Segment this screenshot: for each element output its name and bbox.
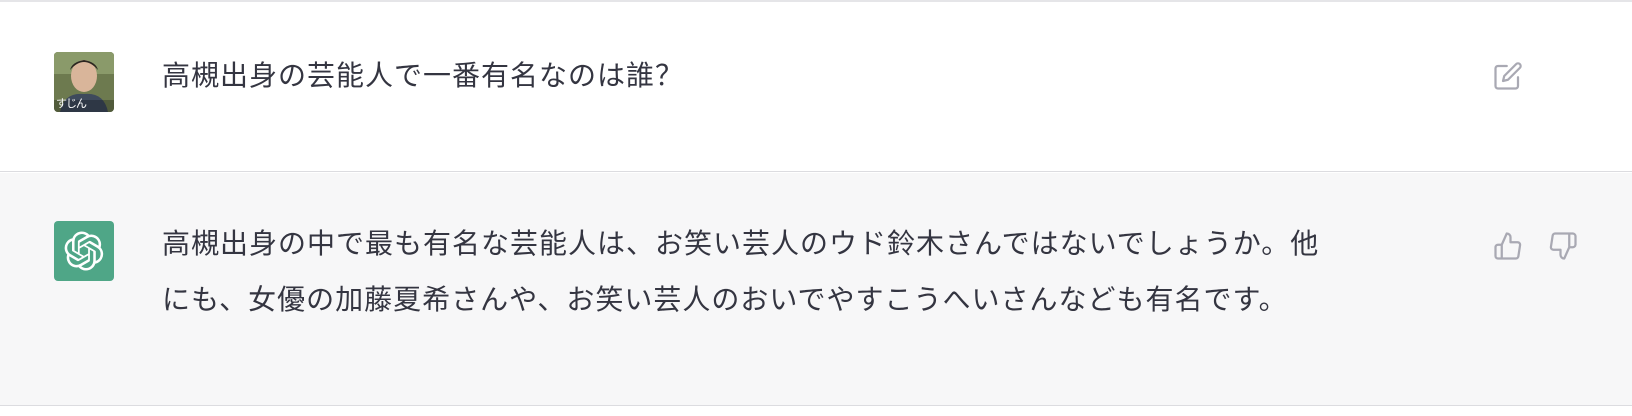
- openai-logo-icon: [64, 231, 104, 271]
- edit-button[interactable]: [1491, 59, 1525, 93]
- thumbs-up-button[interactable]: [1491, 229, 1525, 263]
- thumbs-up-icon: [1494, 232, 1522, 260]
- user-avatar: すじん: [54, 52, 114, 112]
- assistant-message-text: 高槻出身の中で最も有名な芸能人は、お笑い芸人のウド鈴木さんではないでしょうか。他…: [162, 216, 1447, 328]
- assistant-avatar: [54, 221, 114, 281]
- avatar-caption: すじん: [56, 97, 87, 110]
- edit-icon: [1494, 62, 1522, 90]
- assistant-message-line: にも、女優の加藤夏希さんや、お笑い芸人のおいでやすこうへいさんなども有名です。: [162, 283, 1288, 316]
- user-message-row: すじん 高槻出身の芸能人で一番有名なのは誰？: [0, 2, 1632, 172]
- user-message-text: 高槻出身の芸能人で一番有名なのは誰？: [162, 59, 685, 92]
- assistant-message-row: 高槻出身の中で最も有名な芸能人は、お笑い芸人のウド鈴木さんではないでしょうか。他…: [0, 173, 1632, 406]
- chat-thread: すじん 高槻出身の芸能人で一番有名なのは誰？ 高槻出身の中で最も有名な芸能人は、…: [0, 0, 1632, 416]
- thumbs-down-icon: [1549, 232, 1577, 260]
- thumbs-down-button[interactable]: [1546, 229, 1580, 263]
- assistant-message-line: 高槻出身の中で最も有名な芸能人は、お笑い芸人のウド鈴木さんではないでしょうか。他: [162, 227, 1320, 260]
